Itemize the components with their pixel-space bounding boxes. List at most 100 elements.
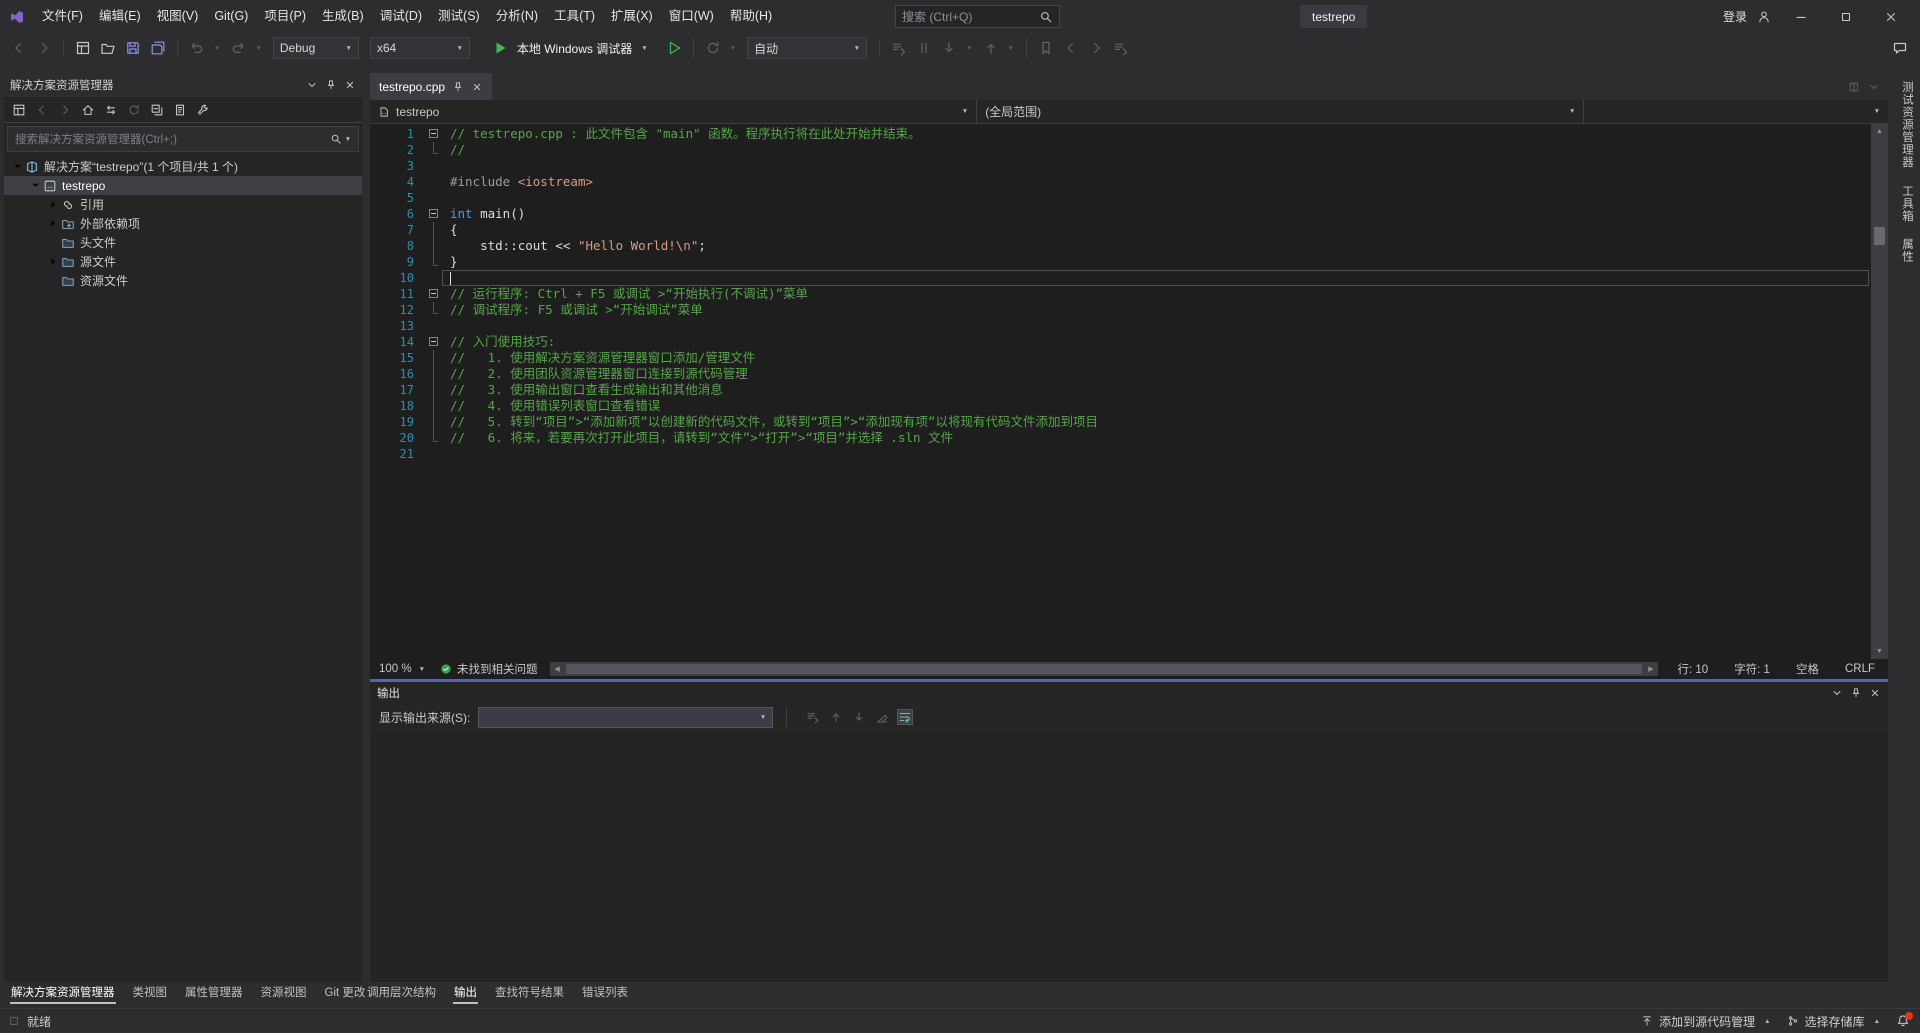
new-project-icon[interactable]	[75, 40, 91, 56]
pin-tab-icon[interactable]	[452, 81, 464, 93]
scrollbar-thumb[interactable]	[1874, 227, 1885, 245]
expander-icon[interactable]	[28, 178, 43, 193]
start-without-debugging-icon[interactable]	[666, 40, 682, 56]
fold-toggle-icon[interactable]	[424, 286, 442, 302]
menu-item[interactable]: 编辑(E)	[91, 0, 149, 33]
goto-message-icon[interactable]	[806, 710, 820, 724]
solution-explorer-header[interactable]: 解决方案资源管理器	[4, 73, 362, 97]
horizontal-scrollbar[interactable]: ◀ ▶	[550, 662, 1659, 676]
tree-item[interactable]: 外部依赖项	[4, 214, 362, 233]
code-line[interactable]: 1// testrepo.cpp : 此文件包含 "main" 函数。程序执行将…	[370, 126, 1871, 142]
menu-item[interactable]: 生成(B)	[314, 0, 372, 33]
tool-tab[interactable]: 解决方案资源管理器	[10, 982, 116, 1004]
tool-tab[interactable]: 错误列表	[581, 982, 629, 1004]
bookmark-window-icon[interactable]	[1113, 40, 1129, 56]
scroll-up-icon[interactable]: ▲	[1876, 124, 1883, 139]
code-editor[interactable]: 1// testrepo.cpp : 此文件包含 "main" 函数。程序执行将…	[370, 124, 1888, 659]
navigate-back-icon[interactable]	[35, 103, 49, 117]
fold-toggle-icon[interactable]	[424, 206, 442, 222]
autohide-tab[interactable]: 工具箱	[1899, 185, 1915, 223]
toggle-word-wrap-icon[interactable]	[898, 710, 912, 724]
output-content[interactable]	[370, 731, 1888, 982]
menu-item[interactable]: 视图(V)	[149, 0, 207, 33]
sign-in-button[interactable]: 登录	[1723, 8, 1747, 25]
tool-tab[interactable]: 类视图	[132, 982, 169, 1004]
maximize-button[interactable]	[1830, 0, 1875, 33]
solution-configurations-select[interactable]: Debug▼	[273, 37, 359, 59]
hscrollbar-thumb[interactable]	[566, 664, 1643, 674]
user-profile-icon[interactable]	[1757, 10, 1771, 24]
char-indicator[interactable]: 字符: 1	[1721, 661, 1783, 677]
code-line[interactable]: 15// 1. 使用解决方案资源管理器窗口添加/管理文件	[370, 350, 1871, 366]
nav-member-select[interactable]: ▼	[1584, 100, 1888, 123]
code-line[interactable]: 10	[370, 270, 1871, 286]
previous-bookmark-icon[interactable]	[1063, 40, 1079, 56]
pin-icon[interactable]	[1850, 687, 1862, 699]
navigate-forward-icon[interactable]	[58, 103, 72, 117]
code-line[interactable]: 2//	[370, 142, 1871, 158]
code-line[interactable]: 7{	[370, 222, 1871, 238]
tree-item[interactable]: 头文件	[4, 233, 362, 252]
code-line[interactable]: 21	[370, 446, 1871, 462]
tool-tab[interactable]: Git 更改	[324, 982, 367, 1004]
code-line[interactable]: 17// 3. 使用输出窗口查看生成输出和其他消息	[370, 382, 1871, 398]
properties-icon[interactable]	[196, 103, 210, 117]
float-tab-icon[interactable]	[1848, 81, 1860, 93]
tree-item[interactable]: 解决方案“testrepo”(1 个项目/共 1 个)	[4, 157, 362, 176]
find-in-files-icon[interactable]	[891, 40, 907, 56]
code-line[interactable]: 6int main()	[370, 206, 1871, 222]
code-line[interactable]: 8 std::cout << "Hello World!\n";	[370, 238, 1871, 254]
tab-list-icon[interactable]	[1868, 81, 1880, 93]
output-source-select[interactable]: ▼	[478, 707, 773, 728]
show-next-statement-icon[interactable]	[941, 40, 957, 56]
solution-search-box[interactable]: 搜索解决方案资源管理器(Ctrl+;) ▼	[7, 126, 359, 152]
eol-indicator[interactable]: CRLF	[1832, 663, 1888, 675]
open-file-icon[interactable]	[100, 40, 116, 56]
tool-tab[interactable]: 属性管理器	[184, 982, 244, 1004]
clear-all-icon[interactable]	[875, 710, 889, 724]
code-line[interactable]: 12// 调试程序: F5 或调试 >“开始调试”菜单	[370, 302, 1871, 318]
watch-mode-select[interactable]: 自动▼	[747, 37, 867, 59]
solution-platforms-select[interactable]: x64▼	[370, 37, 470, 59]
close-tab-icon[interactable]	[471, 81, 483, 93]
zoom-select[interactable]: 100 %▼	[370, 663, 434, 675]
autohide-tab[interactable]: 属性	[1899, 238, 1915, 263]
next-bookmark-icon[interactable]	[1088, 40, 1104, 56]
hot-reload-icon[interactable]	[705, 40, 721, 56]
menu-item[interactable]: 测试(S)	[430, 0, 488, 33]
refresh-icon[interactable]	[127, 103, 141, 117]
menu-item[interactable]: 帮助(H)	[722, 0, 780, 33]
next-message-icon[interactable]	[852, 710, 866, 724]
close-window-button[interactable]	[1875, 0, 1920, 33]
close-panel-icon[interactable]	[344, 79, 356, 91]
show-all-files-icon[interactable]	[173, 103, 187, 117]
sync-with-active-document-icon[interactable]	[104, 103, 118, 117]
tool-tab[interactable]: 资源视图	[260, 982, 308, 1004]
fold-toggle-icon[interactable]	[424, 334, 442, 350]
window-position-icon[interactable]	[306, 79, 318, 91]
tool-tab[interactable]: 查找符号结果	[494, 982, 565, 1004]
window-position-icon[interactable]	[1831, 687, 1843, 699]
switch-views-icon[interactable]	[12, 103, 26, 117]
code-line[interactable]: 16// 2. 使用团队资源管理器窗口连接到源代码管理	[370, 366, 1871, 382]
undo-icon[interactable]	[189, 40, 205, 56]
document-tab[interactable]: testrepo.cpp	[370, 73, 492, 100]
menu-item[interactable]: 文件(F)	[34, 0, 91, 33]
background-tasks-icon[interactable]	[8, 1015, 20, 1027]
code-line[interactable]: 20// 6. 将来，若要再次打开此项目，请转到“文件”>“打开”>“项目”并选…	[370, 430, 1871, 446]
code-line[interactable]: 4#include <iostream>	[370, 174, 1871, 190]
save-icon[interactable]	[125, 40, 141, 56]
break-all-icon[interactable]	[916, 40, 932, 56]
fold-toggle-icon[interactable]	[424, 126, 442, 142]
output-header[interactable]: 输出	[370, 682, 1888, 703]
code-line[interactable]: 11// 运行程序: Ctrl + F5 或调试 >“开始执行(不调试)”菜单	[370, 286, 1871, 302]
menu-item[interactable]: 分析(N)	[488, 0, 546, 33]
code-line[interactable]: 9}	[370, 254, 1871, 270]
document-health-indicator[interactable]: 未找到相关问题	[434, 661, 544, 677]
tool-tab[interactable]: 输出	[453, 982, 478, 1004]
vs-logo-icon[interactable]	[0, 9, 34, 25]
scroll-right-icon[interactable]: ▶	[1643, 665, 1658, 673]
spaces-indicator[interactable]: 空格	[1783, 661, 1832, 677]
feedback-icon[interactable]	[1892, 40, 1908, 56]
code-line[interactable]: 13	[370, 318, 1871, 334]
